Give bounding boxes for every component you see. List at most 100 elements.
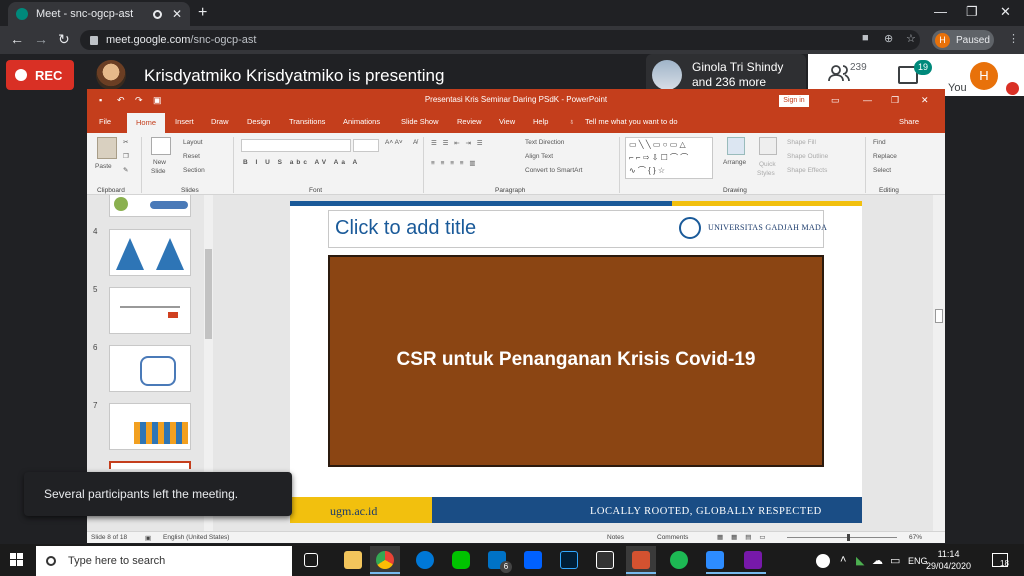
grow-font-icon[interactable]: A˄ A˅ <box>385 139 403 146</box>
slide-thumbnail-7[interactable] <box>109 403 191 450</box>
share-button[interactable]: Share <box>899 117 919 126</box>
calculator-icon[interactable] <box>596 551 614 569</box>
slide-canvas[interactable]: Click to add title UNIVERSITAS GADJAH MA… <box>290 201 862 523</box>
shape-outline-button[interactable]: Shape Outline <box>787 153 828 160</box>
find-button[interactable]: Find <box>873 139 886 146</box>
tab-transitions[interactable]: Transitions <box>289 117 325 126</box>
tab-file[interactable]: File <box>99 117 111 126</box>
slide-scrollbar[interactable] <box>933 195 945 531</box>
list-buttons[interactable]: ☰ ☰ ⇤ ⇥ ☰ <box>431 139 485 147</box>
ppt-minimize-icon[interactable]: — <box>863 95 872 105</box>
new-slide-icon[interactable] <box>151 137 171 155</box>
align-text-button[interactable]: Align Text <box>525 153 553 160</box>
battery-icon[interactable]: ▭ <box>890 554 900 567</box>
section-button[interactable]: Section <box>183 167 205 174</box>
people-icon[interactable] <box>828 64 850 82</box>
url-input[interactable]: meet.google.com /snc-ogcp-ast <box>80 30 920 50</box>
spotify-icon[interactable] <box>670 551 688 569</box>
paste-icon[interactable] <box>97 137 117 159</box>
quick-styles-icon[interactable] <box>759 137 777 155</box>
view-buttons[interactable]: ▦▦▤▭ <box>717 533 774 541</box>
powerpoint-icon[interactable] <box>632 551 650 569</box>
tab-slide-show[interactable]: Slide Show <box>401 117 439 126</box>
convert-smartart-button[interactable]: Convert to SmartArt <box>525 167 582 174</box>
zoom-app-icon[interactable] <box>706 551 724 569</box>
dropbox-icon[interactable] <box>524 551 542 569</box>
ribbon-display-icon[interactable]: ▭ <box>831 95 840 106</box>
browser-menu-icon[interactable]: ⋮ <box>1008 32 1019 45</box>
bookmark-star-icon[interactable]: ☆ <box>906 32 916 45</box>
slide-thumbnail-4[interactable] <box>109 229 191 276</box>
ppt-close-icon[interactable]: ✕ <box>921 95 929 106</box>
tab-insert[interactable]: Insert <box>175 117 194 126</box>
profile-button[interactable]: H Paused <box>932 30 994 50</box>
align-buttons[interactable]: ≡ ≡ ≡ ≡ ▥ <box>431 159 478 167</box>
format-painter-icon[interactable]: ✎ <box>123 166 128 174</box>
redo-icon[interactable]: ↷ <box>135 95 143 106</box>
recording-button[interactable]: REC <box>6 60 74 90</box>
close-tab-icon[interactable]: ✕ <box>172 7 182 21</box>
tray-expand-icon[interactable]: ˄ <box>840 554 846 566</box>
tab-design[interactable]: Design <box>247 117 270 126</box>
layout-button[interactable]: Layout <box>183 139 203 146</box>
clear-format-icon[interactable]: A̸ <box>413 139 417 146</box>
ppt-restore-icon[interactable]: ❐ <box>891 95 899 106</box>
replace-button[interactable]: Replace <box>873 153 897 160</box>
comments-button[interactable]: Comments <box>657 534 688 541</box>
zoom-slider-thumb[interactable] <box>847 534 850 541</box>
file-explorer-icon[interactable] <box>344 551 362 569</box>
input-language[interactable]: ENG <box>908 556 928 566</box>
notes-button[interactable]: Notes <box>607 534 624 541</box>
spellcheck-icon[interactable]: ▣ <box>145 534 151 542</box>
slide-thumbnail-5[interactable] <box>109 287 191 334</box>
tab-review[interactable]: Review <box>457 117 482 126</box>
onenote-icon[interactable] <box>744 551 762 569</box>
help-icon[interactable] <box>816 554 830 568</box>
camera-icon[interactable]: ■ <box>862 32 869 44</box>
restore-icon[interactable]: ❐ <box>966 4 978 20</box>
zoom-slider[interactable] <box>787 537 897 538</box>
font-style-buttons[interactable]: B I U S abc AV Aa A <box>243 159 360 166</box>
tab-view[interactable]: View <box>499 117 515 126</box>
zoom-icon[interactable]: ⊕ <box>884 32 893 45</box>
windows-start-icon[interactable] <box>10 553 24 567</box>
slide-scroll-thumb[interactable] <box>935 309 943 323</box>
network-icon[interactable]: ☁ <box>872 554 883 567</box>
thumbnail-scroll-thumb[interactable] <box>205 249 212 339</box>
select-button[interactable]: Select <box>873 167 891 174</box>
tab-draw[interactable]: Draw <box>211 117 229 126</box>
edge-icon[interactable] <box>416 551 434 569</box>
cut-icon[interactable]: ✂ <box>123 138 128 146</box>
back-icon[interactable]: ← <box>10 31 24 47</box>
taskbar-search-input[interactable]: Type here to search <box>36 546 292 576</box>
present-icon[interactable]: ▣ <box>153 95 162 106</box>
nvidia-icon[interactable]: ◣ <box>856 554 864 567</box>
system-clock[interactable]: 11:14 29/04/2020 <box>926 548 971 572</box>
arrange-icon[interactable] <box>727 137 745 155</box>
font-size-select[interactable] <box>353 139 379 152</box>
task-view-icon[interactable] <box>304 553 318 567</box>
slide-thumbnail-6[interactable] <box>109 345 191 392</box>
close-window-icon[interactable]: ✕ <box>1000 4 1011 20</box>
reset-button[interactable]: Reset <box>183 153 200 160</box>
copy-icon[interactable]: ❐ <box>123 152 129 160</box>
text-direction-button[interactable]: Text Direction <box>525 139 564 146</box>
line-icon[interactable] <box>452 551 470 569</box>
font-name-select[interactable] <box>241 139 351 152</box>
sign-in-button[interactable]: Sign in <box>779 95 809 107</box>
slide-thumbnail-8-selected[interactable] <box>109 461 191 469</box>
browser-tab[interactable]: Meet - snc-ogcp-ast ✕ <box>8 2 190 26</box>
slide-thumbnail-3[interactable] <box>109 195 191 217</box>
shapes-gallery[interactable]: ▭ ╲ ╲ ▭ ○ ▭ △ ⌐ ⌐ ⇨ ⇩ ☐ ⌒ ⌒ ∿ ⌒ { } ☆ <box>625 137 713 179</box>
tab-help[interactable]: Help <box>533 117 548 126</box>
forward-icon[interactable]: → <box>34 31 48 47</box>
save-icon[interactable]: ▪ <box>99 95 102 105</box>
undo-icon[interactable]: ↶ <box>117 95 125 106</box>
new-tab-button[interactable]: + <box>198 4 207 22</box>
photoshop-icon[interactable] <box>560 551 578 569</box>
shape-fill-button[interactable]: Shape Fill <box>787 139 816 146</box>
shape-effects-button[interactable]: Shape Effects <box>787 167 827 174</box>
reload-icon[interactable]: ↻ <box>58 31 70 48</box>
tell-me-input[interactable]: Tell me what you want to do <box>585 117 678 126</box>
chrome-icon[interactable] <box>376 551 394 569</box>
